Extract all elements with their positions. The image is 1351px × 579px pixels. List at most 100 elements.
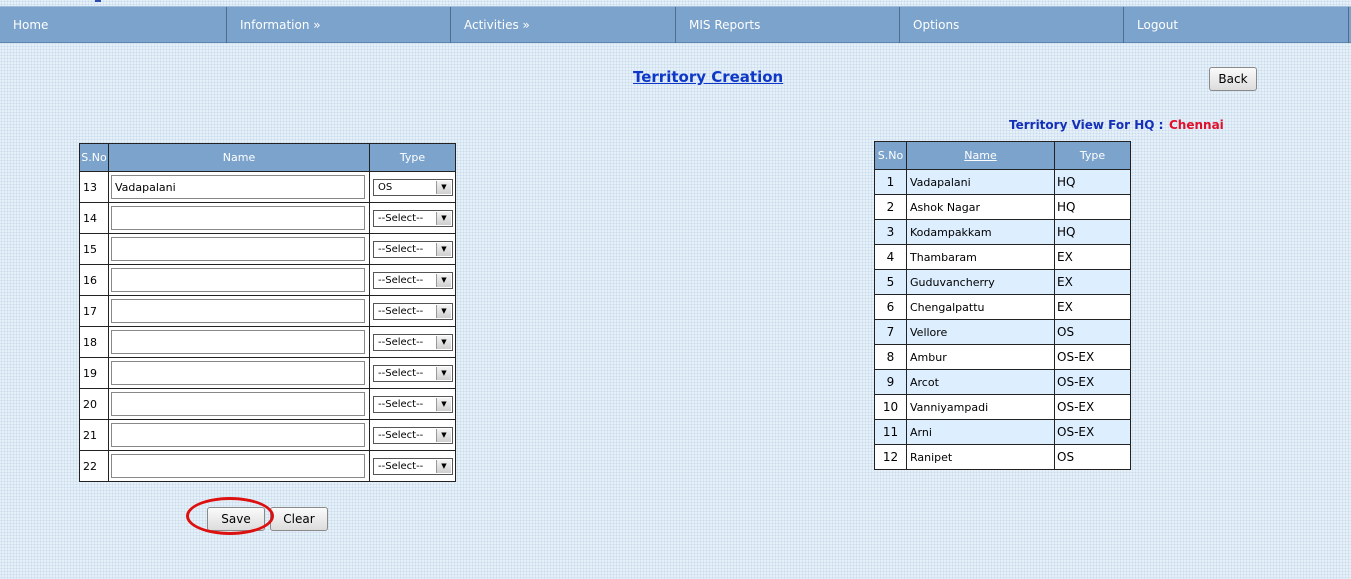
view-row-sno: 4 (874, 244, 907, 270)
territory-name-input[interactable] (111, 361, 365, 385)
view-row-type: EX (1054, 269, 1131, 295)
view-row-sno: 3 (874, 219, 907, 245)
territory-type-select[interactable]: --Select-- ▼ (373, 395, 453, 413)
view-row: 4 Thambaram EX (874, 244, 1131, 270)
chevron-down-icon[interactable]: ▼ (436, 459, 451, 473)
hq-view-label: Territory View For HQ : (1009, 118, 1164, 132)
nav-information[interactable]: Information » (227, 7, 451, 43)
view-col-header-name-sort[interactable]: Name (906, 141, 1055, 170)
territory-type-select[interactable]: --Select-- ▼ (373, 240, 453, 258)
view-row-type: OS-EX (1054, 394, 1131, 420)
col-header-sno: S.No (79, 143, 109, 172)
territory-type-select[interactable]: --Select-- ▼ (373, 209, 453, 227)
entry-row: 14 --Select-- ▼ (79, 202, 456, 234)
territory-type-select[interactable]: --Select-- ▼ (373, 271, 453, 289)
territory-name-input[interactable] (111, 392, 365, 416)
view-row-name: Kodampakkam (906, 219, 1055, 245)
territory-name-input[interactable] (111, 454, 365, 478)
chevron-down-icon[interactable]: ▼ (436, 366, 451, 380)
territory-name-input[interactable] (111, 206, 365, 230)
view-row: 3 Kodampakkam HQ (874, 219, 1131, 245)
territory-type-select[interactable]: --Select-- ▼ (373, 333, 453, 351)
row-sno: 14 (79, 202, 109, 234)
row-type-cell: --Select-- ▼ (369, 450, 456, 482)
row-type-cell: --Select-- ▼ (369, 295, 456, 327)
select-value: --Select-- (378, 367, 424, 379)
entry-row: 21 --Select-- ▼ (79, 419, 456, 451)
row-type-cell: --Select-- ▼ (369, 388, 456, 420)
select-value: --Select-- (378, 274, 424, 286)
chevron-down-icon[interactable]: ▼ (436, 180, 451, 194)
entry-row: 17 --Select-- ▼ (79, 295, 456, 327)
row-type-cell: --Select-- ▼ (369, 419, 456, 451)
territory-name-input[interactable] (111, 175, 365, 199)
row-type-cell: --Select-- ▼ (369, 264, 456, 296)
view-row-name: Ambur (906, 344, 1055, 370)
chevron-down-icon[interactable]: ▼ (436, 304, 451, 318)
view-row-name: Vellore (906, 319, 1055, 345)
back-button[interactable]: Back (1209, 67, 1257, 91)
row-sno: 16 (79, 264, 109, 296)
hq-value: Chennai (1169, 118, 1224, 132)
view-col-header-type: Type (1054, 141, 1131, 170)
nav-logout[interactable]: Logout (1124, 7, 1349, 43)
nav-activities[interactable]: Activities » (451, 7, 676, 43)
view-row-sno: 2 (874, 194, 907, 220)
view-row-name: Vanniyampadi (906, 394, 1055, 420)
territory-view-table: S.No Name Type 1 Vadapalani HQ 2 Ashok Naga… (874, 141, 1131, 470)
select-value: --Select-- (378, 243, 424, 255)
territory-name-input[interactable] (111, 423, 365, 447)
territory-name-input[interactable] (111, 268, 365, 292)
chevron-down-icon[interactable]: ▼ (436, 428, 451, 442)
territory-name-input[interactable] (111, 299, 365, 323)
view-row-name: Vadapalani (906, 169, 1055, 195)
view-row: 1 Vadapalani HQ (874, 169, 1131, 195)
row-sno: 15 (79, 233, 109, 265)
territory-type-select[interactable]: --Select-- ▼ (373, 302, 453, 320)
view-row-sno: 8 (874, 344, 907, 370)
row-name-cell (108, 171, 370, 203)
entry-row: 22 --Select-- ▼ (79, 450, 456, 482)
chevron-down-icon[interactable]: ▼ (436, 242, 451, 256)
row-type-cell: OS ▼ (369, 171, 456, 203)
chevron-down-icon[interactable]: ▼ (436, 397, 451, 411)
clear-button[interactable]: Clear (270, 507, 328, 531)
view-row-sno: 12 (874, 444, 907, 470)
view-row-sno: 10 (874, 394, 907, 420)
chevron-down-icon[interactable]: ▼ (436, 273, 451, 287)
row-sno: 20 (79, 388, 109, 420)
view-row-name: Ranipet (906, 444, 1055, 470)
row-name-cell (108, 450, 370, 482)
page-title[interactable]: Territory Creation (633, 68, 783, 86)
col-header-name: Name (108, 143, 370, 172)
territory-type-select[interactable]: --Select-- ▼ (373, 457, 453, 475)
territory-name-input[interactable] (111, 330, 365, 354)
row-name-cell (108, 388, 370, 420)
select-value: --Select-- (378, 212, 424, 224)
view-row: 2 Ashok Nagar HQ (874, 194, 1131, 220)
chevron-down-icon[interactable]: ▼ (436, 335, 451, 349)
territory-type-select[interactable]: --Select-- ▼ (373, 426, 453, 444)
nav-home[interactable]: Home (0, 7, 227, 43)
view-row-name: Arni (906, 419, 1055, 445)
view-row: 5 Guduvancherry EX (874, 269, 1131, 295)
nav-mis-reports[interactable]: MIS Reports (676, 7, 900, 43)
col-header-type: Type (369, 143, 456, 172)
nav-options[interactable]: Options (900, 7, 1124, 43)
territory-type-select[interactable]: OS ▼ (373, 178, 453, 196)
row-sno: 21 (79, 419, 109, 451)
save-button[interactable]: Save (207, 507, 265, 531)
view-row-sno: 5 (874, 269, 907, 295)
row-name-cell (108, 419, 370, 451)
territory-name-input[interactable] (111, 237, 365, 261)
chevron-down-icon[interactable]: ▼ (436, 211, 451, 225)
row-name-cell (108, 357, 370, 389)
territory-type-select[interactable]: --Select-- ▼ (373, 364, 453, 382)
main-navbar: Home Information » Activities » MIS Repo… (0, 6, 1351, 43)
row-name-cell (108, 295, 370, 327)
view-row-type: EX (1054, 294, 1131, 320)
row-name-cell (108, 202, 370, 234)
select-value: --Select-- (378, 398, 424, 410)
view-row-type: EX (1054, 244, 1131, 270)
row-sno: 18 (79, 326, 109, 358)
